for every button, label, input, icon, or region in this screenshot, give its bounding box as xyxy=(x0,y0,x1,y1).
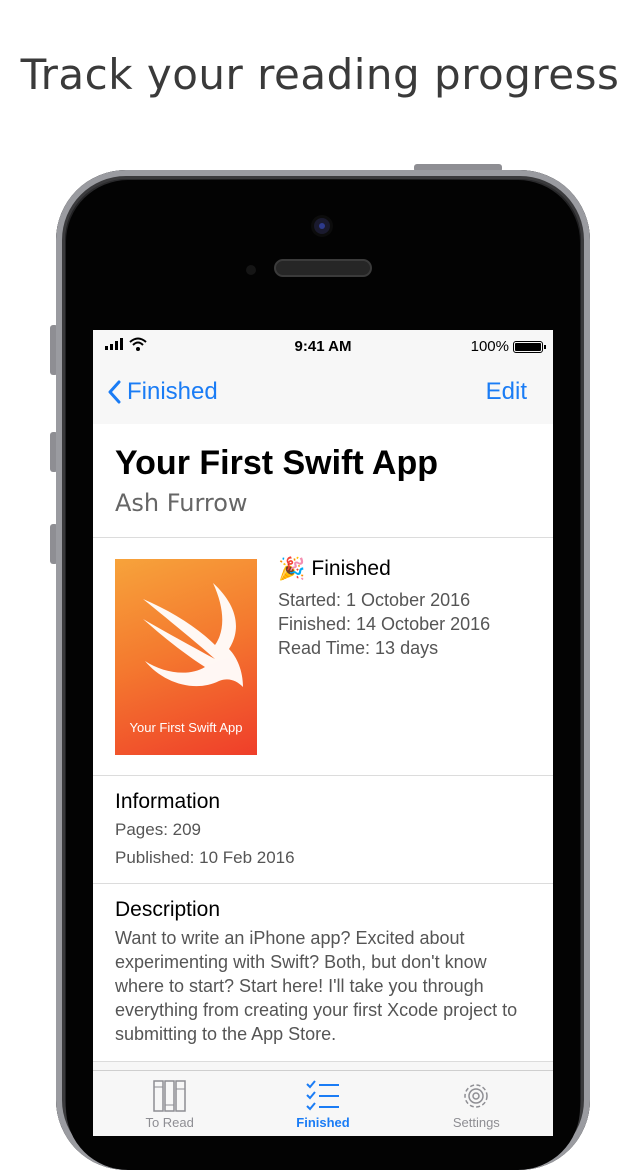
book-detail: Your First Swift App Ash Furrow Your Fir… xyxy=(93,424,553,1062)
back-button[interactable]: Finished xyxy=(107,378,218,406)
information-section: Information Pages: 209 Published: 10 Feb… xyxy=(93,776,553,884)
chevron-left-icon xyxy=(108,380,121,404)
description-heading: Description xyxy=(115,898,221,921)
navigation-bar: Finished Edit xyxy=(93,366,553,425)
reading-meta: 🎉 Finished Started: 1 October 2016 Finis… xyxy=(278,556,490,660)
book-author: Ash Furrow xyxy=(115,489,248,517)
phone-screen: 9:41 AM 100% Finished Edit Your First Sw… xyxy=(93,330,553,1136)
cover-title: Your First Swift App xyxy=(129,720,243,735)
tab-label-settings: Settings xyxy=(452,1115,500,1130)
published-date: Published: 10 Feb 2016 xyxy=(115,848,295,867)
tab-bar: To Read Finished Settings xyxy=(93,1070,553,1136)
description-text: Want to write an iPhone app? Excited abo… xyxy=(115,928,518,1044)
tab-label-to-read: To Read xyxy=(145,1115,194,1130)
battery-percent: 100% xyxy=(470,338,509,355)
book-cover: Your First Swift App xyxy=(115,559,257,755)
information-heading: Information xyxy=(115,790,221,813)
title-section: Your First Swift App Ash Furrow xyxy=(93,424,553,538)
headline: Track your reading progress xyxy=(20,50,620,99)
book-status-section: Your First Swift App 🎉 Finished Started:… xyxy=(93,538,553,776)
tab-to-read[interactable]: To Read xyxy=(93,1071,246,1136)
gear-icon xyxy=(464,1084,489,1108)
edit-button[interactable]: Edit xyxy=(486,378,527,406)
proximity-sensor xyxy=(246,265,256,275)
description-section: Description Want to write an iPhone app?… xyxy=(93,884,553,1062)
battery-icon xyxy=(513,340,546,353)
party-popper-icon: 🎉 xyxy=(278,556,306,581)
read-time: Read Time: 13 days xyxy=(278,638,439,658)
books-icon xyxy=(152,1080,186,1112)
earpiece-speaker xyxy=(274,259,372,277)
status-label: Finished xyxy=(311,557,391,580)
tab-settings[interactable]: Settings xyxy=(400,1071,553,1136)
book-title: Your First Swift App xyxy=(115,444,438,482)
checklist-icon xyxy=(306,1080,339,1111)
status-bar: 9:41 AM 100% xyxy=(93,330,553,366)
finished-date: Finished: 14 October 2016 xyxy=(278,614,491,634)
tab-finished[interactable]: Finished xyxy=(246,1071,399,1136)
pages-count: Pages: 209 xyxy=(115,820,202,839)
tab-label-finished: Finished xyxy=(296,1115,350,1130)
back-label: Finished xyxy=(127,378,218,405)
started-date: Started: 1 October 2016 xyxy=(278,590,471,610)
front-camera xyxy=(314,218,330,234)
